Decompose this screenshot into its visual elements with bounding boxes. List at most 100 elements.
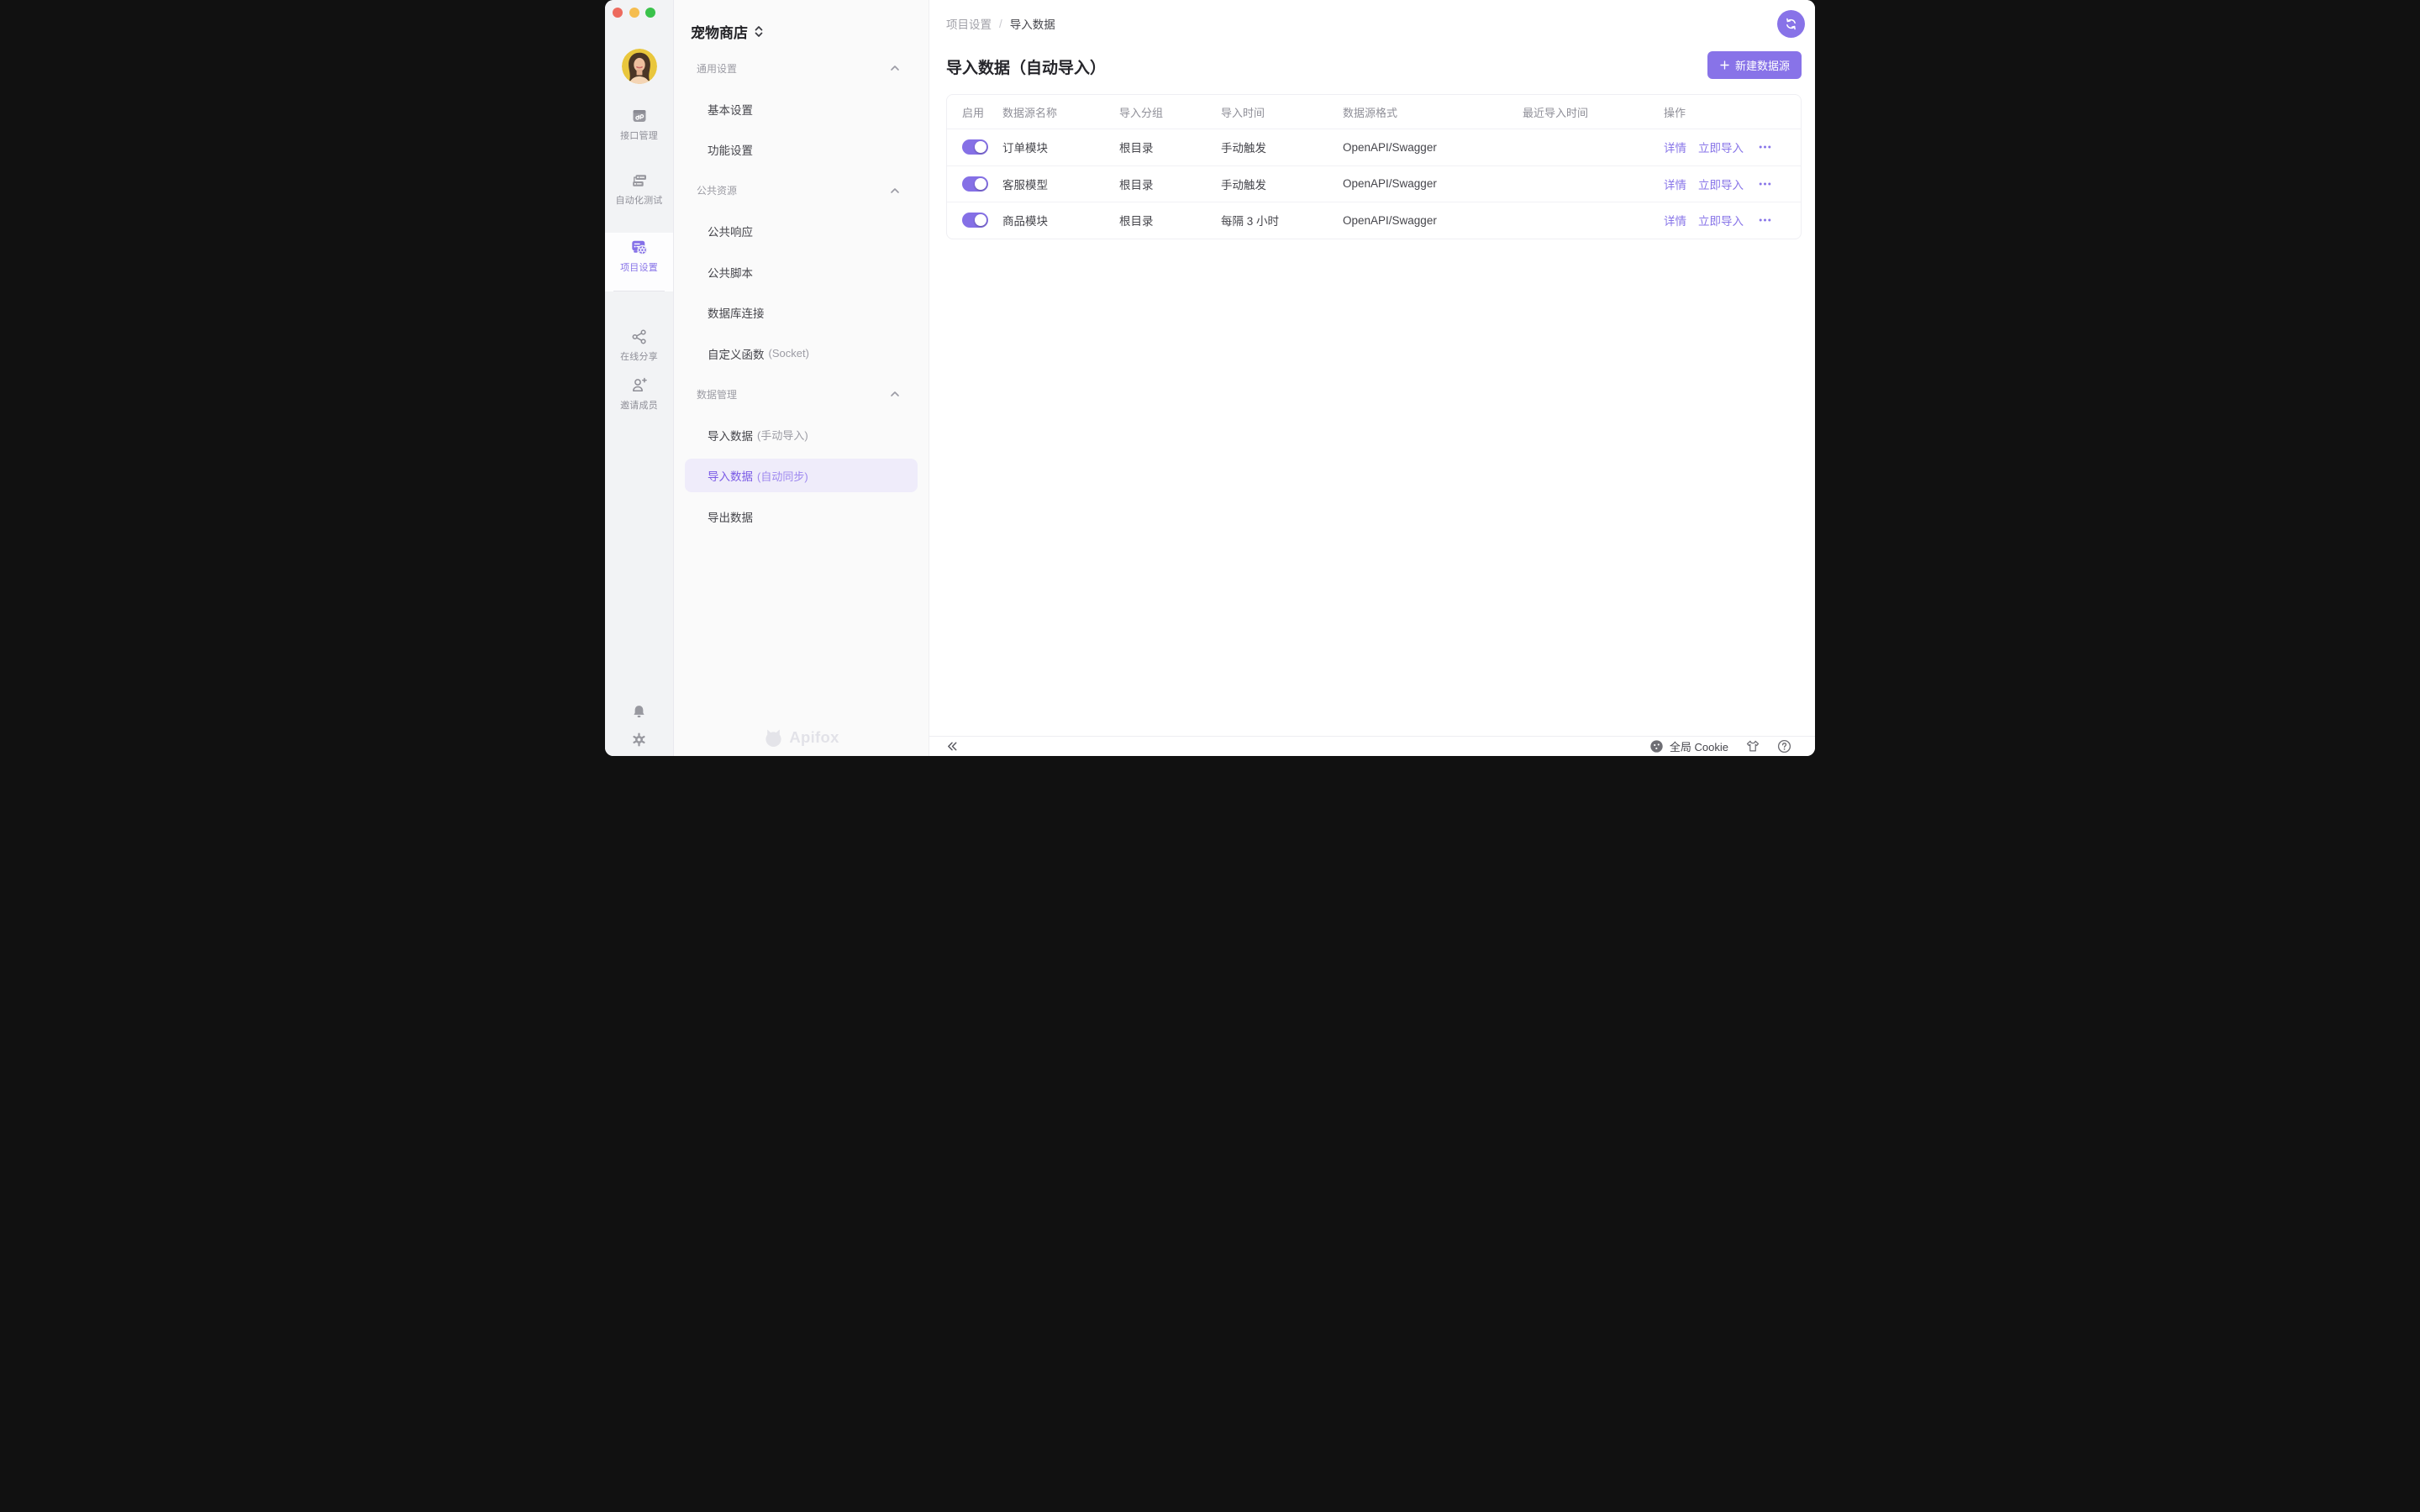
row-actions: 详情 立即导入 bbox=[1664, 212, 1801, 228]
new-datasource-button-label: 新建数据源 bbox=[1735, 57, 1790, 73]
cell-import-time: 手动触发 bbox=[1221, 176, 1343, 192]
enable-toggle[interactable] bbox=[962, 139, 988, 155]
menu-item-label: 公共响应 bbox=[708, 223, 753, 239]
help-icon bbox=[1777, 739, 1791, 753]
section-data-management[interactable]: 数据管理 bbox=[674, 374, 929, 415]
rail-item-label: 邀请成员 bbox=[620, 398, 658, 412]
rail-item-label: 项目设置 bbox=[620, 260, 658, 274]
more-actions-button[interactable] bbox=[1759, 144, 1771, 150]
minimize-window-button[interactable] bbox=[629, 8, 639, 18]
project-switcher[interactable]: 宠物商店 bbox=[691, 18, 912, 44]
enable-toggle[interactable] bbox=[962, 213, 988, 228]
window-controls bbox=[613, 8, 655, 18]
table-row: 客服模型 根目录 手动触发 OpenAPI/Swagger 详情 立即导入 bbox=[947, 165, 1801, 202]
ellipsis-icon bbox=[1759, 218, 1771, 223]
close-window-button[interactable] bbox=[613, 8, 623, 18]
column-header-schedule: 导入时间 bbox=[1221, 104, 1343, 120]
page-title: 导入数据（自动导入） bbox=[946, 51, 1106, 78]
menu-item-suffix: (自动同步) bbox=[757, 468, 808, 484]
settings-button[interactable] bbox=[605, 732, 673, 748]
menu-item-export-data[interactable]: 导出数据 bbox=[674, 496, 929, 538]
enable-toggle[interactable] bbox=[962, 176, 988, 192]
project-settings-icon bbox=[630, 239, 648, 256]
collapse-sidebar-button[interactable] bbox=[946, 740, 959, 753]
cell-import-group: 根目录 bbox=[1119, 212, 1221, 228]
more-actions-button[interactable] bbox=[1759, 181, 1771, 186]
column-header-last-import: 最近导入时间 bbox=[1523, 104, 1664, 120]
cell-datasource-name: 订单模块 bbox=[1002, 139, 1119, 155]
menu-item-import-data-manual[interactable]: 导入数据(手动导入) bbox=[674, 415, 929, 456]
new-datasource-button[interactable]: 新建数据源 bbox=[1707, 51, 1802, 79]
refresh-icon bbox=[1784, 17, 1798, 31]
rail-item-automation-test[interactable]: 自动化测试 bbox=[605, 172, 673, 207]
apifox-logo-icon bbox=[763, 727, 784, 748]
menu-item-label: 公共脚本 bbox=[708, 264, 753, 281]
settings-sidebar: 宠物商店 通用设置 基本设置 功能设置 公共资源 公共响应 公共脚本 数据库连接… bbox=[674, 0, 929, 756]
import-now-link[interactable]: 立即导入 bbox=[1698, 212, 1744, 228]
cell-datasource-name: 客服模型 bbox=[1002, 176, 1119, 192]
automation-test-icon bbox=[631, 172, 648, 189]
more-actions-button[interactable] bbox=[1759, 218, 1771, 223]
apifox-logo-text: Apifox bbox=[789, 728, 839, 747]
cell-import-group: 根目录 bbox=[1119, 139, 1221, 155]
import-now-link[interactable]: 立即导入 bbox=[1698, 176, 1744, 192]
menu-item-shared-responses[interactable]: 公共响应 bbox=[674, 211, 929, 252]
breadcrumb-separator: / bbox=[999, 18, 1002, 30]
datasource-table: 启用 数据源名称 导入分组 导入时间 数据源格式 最近导入时间 操作 订单模块 … bbox=[946, 94, 1802, 239]
column-header-name: 数据源名称 bbox=[1002, 104, 1119, 120]
menu-item-import-data-auto[interactable]: 导入数据(自动同步) bbox=[674, 455, 929, 496]
menu-item-shared-scripts[interactable]: 公共脚本 bbox=[674, 252, 929, 293]
rail-item-online-share[interactable]: 在线分享 bbox=[605, 328, 673, 363]
main-content: 项目设置 / 导入数据 导入数据（自动导入） 新建数据源 bbox=[929, 0, 1815, 756]
main-header: 项目设置 / 导入数据 bbox=[929, 0, 1815, 47]
import-now-link[interactable]: 立即导入 bbox=[1698, 139, 1744, 155]
left-rail: 接口管理 自动化测试 bbox=[605, 0, 674, 756]
cell-datasource-name: 商品模块 bbox=[1002, 212, 1119, 228]
help-button[interactable] bbox=[1777, 739, 1791, 753]
breadcrumb: 项目设置 / 导入数据 bbox=[946, 15, 1055, 32]
apifox-logo: Apifox bbox=[763, 727, 839, 748]
project-name: 宠物商店 bbox=[691, 21, 748, 42]
menu-item-label: 功能设置 bbox=[708, 141, 753, 158]
menu-item-custom-functions[interactable]: 自定义函数 (Socket) bbox=[674, 333, 929, 375]
double-chevron-left-icon bbox=[946, 740, 959, 753]
rail-item-project-settings[interactable]: 项目设置 bbox=[605, 239, 673, 274]
menu-item-label: 基本设置 bbox=[708, 101, 753, 118]
rail-item-invite-members[interactable]: 邀请成员 bbox=[605, 376, 673, 412]
bottom-bar-right: 全局 Cookie bbox=[1649, 738, 1791, 754]
rail-item-label: 接口管理 bbox=[620, 129, 658, 142]
rail-item-label: 在线分享 bbox=[620, 349, 658, 363]
menu-item-feature-settings[interactable]: 功能设置 bbox=[674, 129, 929, 171]
menu-item-database-connections[interactable]: 数据库连接 bbox=[674, 292, 929, 333]
rail-item-api-management[interactable]: 接口管理 bbox=[605, 108, 673, 142]
bell-icon bbox=[631, 704, 647, 720]
zoom-window-button[interactable] bbox=[645, 8, 655, 18]
section-label: 通用设置 bbox=[697, 61, 737, 76]
project-switcher-icon bbox=[754, 24, 764, 39]
theme-button[interactable] bbox=[1745, 739, 1760, 753]
menu-item-label: 导入数据 bbox=[708, 427, 753, 444]
menu-item-basic-settings[interactable]: 基本设置 bbox=[674, 89, 929, 130]
menu-item-suffix: (手动导入) bbox=[757, 427, 808, 443]
breadcrumb-parent[interactable]: 项目设置 bbox=[946, 15, 992, 32]
global-cookie-button[interactable]: 全局 Cookie bbox=[1649, 738, 1728, 754]
section-general-settings[interactable]: 通用设置 bbox=[674, 48, 929, 89]
row-actions: 详情 立即导入 bbox=[1664, 176, 1801, 192]
column-header-group: 导入分组 bbox=[1119, 104, 1221, 120]
menu-item-label: 导入数据 bbox=[708, 467, 753, 484]
notifications-button[interactable] bbox=[605, 704, 673, 720]
menu-item-label: 自定义函数 bbox=[708, 345, 765, 362]
section-label: 公共资源 bbox=[697, 183, 737, 197]
details-link[interactable]: 详情 bbox=[1664, 139, 1686, 155]
api-management-icon bbox=[631, 108, 648, 124]
user-avatar[interactable] bbox=[622, 49, 657, 84]
section-shared-resources[interactable]: 公共资源 bbox=[674, 171, 929, 212]
refresh-button[interactable] bbox=[1777, 10, 1805, 38]
menu-item-suffix: (Socket) bbox=[769, 347, 809, 360]
cell-format: OpenAPI/Swagger bbox=[1343, 177, 1523, 190]
tshirt-icon bbox=[1745, 739, 1760, 753]
details-link[interactable]: 详情 bbox=[1664, 212, 1686, 228]
table-row: 商品模块 根目录 每隔 3 小时 OpenAPI/Swagger 详情 立即导入 bbox=[947, 202, 1801, 239]
column-header-enabled: 启用 bbox=[962, 104, 1002, 120]
details-link[interactable]: 详情 bbox=[1664, 176, 1686, 192]
